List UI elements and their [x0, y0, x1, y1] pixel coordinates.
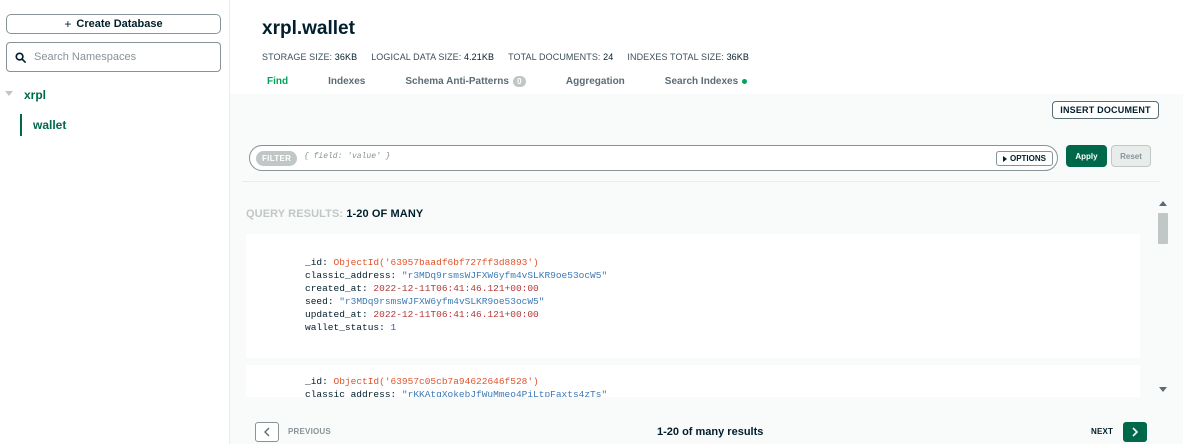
database-name: xrpl	[24, 88, 47, 102]
document-field: updated_at: 2022-12-11T06:41:46.121+00:0…	[305, 309, 539, 320]
collection-tabs: Find Indexes Schema Anti-Patterns 0 Aggre…	[267, 76, 787, 87]
caret-right-icon	[1002, 155, 1007, 162]
search-namespaces-input[interactable]	[34, 51, 204, 63]
count-badge: 0	[512, 76, 526, 87]
next-page-button[interactable]	[1123, 422, 1147, 442]
create-database-label: Create Database	[76, 18, 163, 30]
document-field: seed: "r3MDq9rsmsWJFXW6yfm4vSLKR9oe53ocW…	[305, 296, 545, 307]
sidebar-collection-wallet[interactable]: wallet	[20, 114, 230, 136]
previous-label: PREVIOUS	[288, 427, 331, 436]
tab-indexes[interactable]: Indexes	[328, 76, 365, 87]
scroll-up-icon[interactable]	[1159, 201, 1167, 206]
filter-label: FILTER	[256, 151, 298, 166]
document-field: _id: ObjectId('63957c05cb7a94622646f528'…	[305, 376, 539, 387]
tab-find[interactable]: Find	[267, 76, 288, 87]
stat-total-documents: TOTAL DOCUMENTS: 24	[508, 52, 614, 62]
results-scrollbar[interactable]	[1156, 197, 1170, 397]
document-field: created_at: 2022-12-11T06:41:46.121+00:0…	[305, 283, 539, 294]
apply-button[interactable]: Apply	[1066, 145, 1107, 167]
sidebar-database-xrpl[interactable]: xrpl	[0, 86, 230, 104]
filter-bar: FILTER OPTIONS	[249, 145, 1058, 171]
document-field: wallet_status: 1	[305, 322, 397, 333]
insert-document-button[interactable]: INSERT DOCUMENT	[1052, 101, 1159, 119]
query-results-label: QUERY RESULTS: 1-20 OF MANY	[246, 208, 424, 220]
chevron-left-icon	[264, 427, 270, 437]
reset-button[interactable]: Reset	[1111, 145, 1151, 167]
document-field: _id: ObjectId('63957baadf6bf727ff3d8893'…	[305, 257, 539, 268]
tab-search-indexes[interactable]: Search Indexes	[665, 76, 748, 87]
results-summary: 1-20 of many results	[657, 426, 764, 438]
options-button[interactable]: OPTIONS	[995, 151, 1053, 166]
collection-stats: STORAGE SIZE: 36KB LOGICAL DATA SIZE: 4.…	[262, 52, 749, 62]
stat-logical-data-size: LOGICAL DATA SIZE: 4.21KB	[371, 52, 495, 62]
filter-input[interactable]	[304, 152, 984, 161]
document-card[interactable]: _id: ObjectId('63957baadf6bf727ff3d8893'…	[246, 234, 1140, 358]
stat-indexes-total-size: INDEXES TOTAL SIZE: 36KB	[627, 52, 749, 62]
sidebar: + Create Database xrpl wallet	[0, 0, 230, 444]
scroll-down-icon[interactable]	[1159, 387, 1167, 392]
document-card[interactable]: _id: ObjectId('63957c05cb7a94622646f528'…	[246, 365, 1140, 397]
scroll-thumb[interactable]	[1158, 213, 1168, 244]
document-field: classic_address: "rKKAtgXokebJfWuMmeo4Pi…	[305, 389, 608, 397]
next-label: NEXT	[1091, 427, 1114, 436]
documents-list[interactable]: _id: ObjectId('63957baadf6bf727ff3d8893'…	[242, 227, 1157, 397]
document-field: classic_address: "r3MDq9rsmsWJFXW6yfm4vS…	[305, 270, 608, 281]
collection-name: wallet	[33, 118, 67, 132]
status-dot-icon	[742, 79, 748, 84]
stat-storage-size: STORAGE SIZE: 36KB	[262, 52, 358, 62]
page-title: xrpl.wallet	[262, 18, 355, 39]
search-namespaces-field[interactable]	[6, 42, 221, 72]
tab-aggregation[interactable]: Aggregation	[566, 76, 625, 87]
active-indicator	[20, 114, 22, 136]
documents-panel: INSERT DOCUMENT FILTER OPTIONS Apply Res…	[230, 94, 1183, 444]
search-icon	[15, 51, 26, 63]
previous-page-button[interactable]	[255, 422, 279, 442]
chevron-right-icon	[1132, 427, 1139, 437]
divider	[242, 181, 1160, 182]
pagination-bar: PREVIOUS 1-20 of many results NEXT	[230, 420, 1183, 444]
tab-schema-anti-patterns[interactable]: Schema Anti-Patterns 0	[405, 76, 526, 87]
caret-down-icon[interactable]	[5, 91, 13, 96]
plus-icon: +	[64, 17, 72, 31]
create-database-button[interactable]: + Create Database	[6, 14, 221, 34]
